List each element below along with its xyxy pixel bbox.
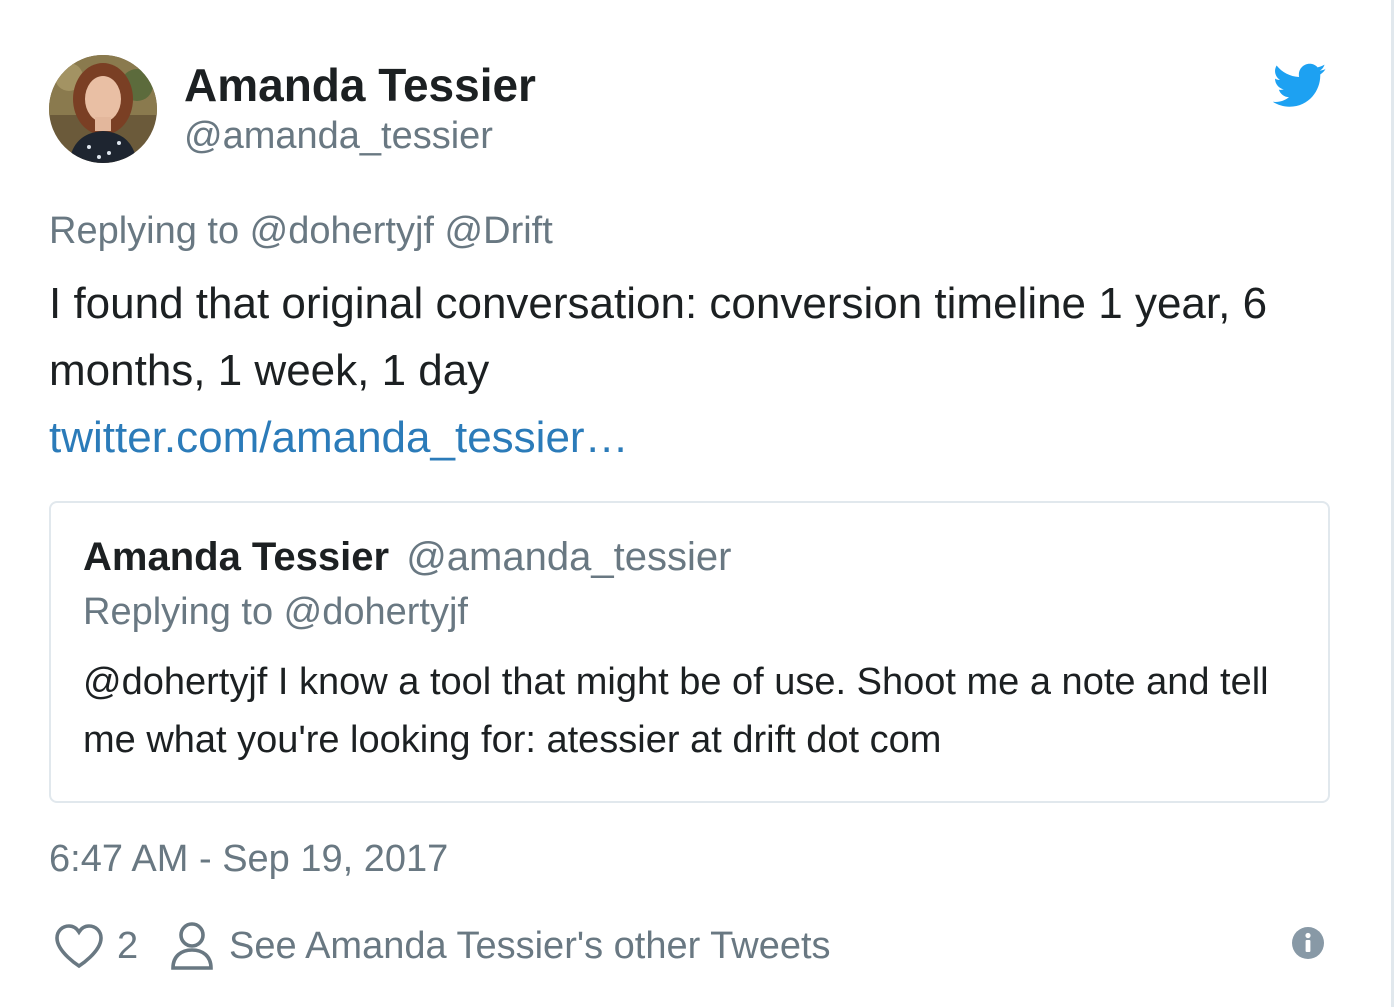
info-icon[interactable] [1291, 926, 1325, 960]
replying-to[interactable]: Replying to @dohertyjf @Drift [49, 210, 553, 253]
quoted-tweet-text: @dohertyjf I know a tool that might be o… [83, 661, 1269, 761]
see-other-tweets-label: See Amanda Tessier's other Tweets [229, 924, 831, 967]
embedded-tweet-card: Amanda Tessier @amanda_tessier Replying … [0, 0, 1394, 1007]
person-icon [171, 922, 213, 970]
tweet-text: I found that original conversation: conv… [49, 270, 1279, 471]
tweet-body: I found that original conversation: conv… [49, 279, 1268, 395]
heart-icon [55, 924, 103, 969]
like-button[interactable]: 2 [53, 918, 138, 974]
tweet-actions: 2 See Amanda Tessier's other Tweets [49, 918, 1339, 978]
avatar[interactable] [49, 55, 157, 163]
quoted-author-handle: @amanda_tessier [406, 535, 732, 579]
author-name[interactable]: Amanda Tessier [184, 58, 536, 112]
tweet-link[interactable]: twitter.com/amanda_tessier… [49, 413, 629, 462]
author-handle[interactable]: @amanda_tessier [184, 115, 493, 158]
twitter-bird-icon[interactable] [1272, 63, 1327, 109]
quoted-tweet-header: Amanda Tessier @amanda_tessier [83, 535, 731, 580]
tweet-header: Amanda Tessier @amanda_tessier [49, 55, 1339, 165]
see-other-tweets-link[interactable]: See Amanda Tessier's other Tweets [169, 918, 831, 974]
quoted-replying-to: Replying to @dohertyjf [83, 591, 468, 633]
like-count: 2 [117, 924, 139, 967]
quoted-tweet[interactable]: Amanda Tessier @amanda_tessier Replying … [49, 501, 1330, 803]
tweet-timestamp[interactable]: 6:47 AM - Sep 19, 2017 [49, 838, 448, 881]
quoted-author-name: Amanda Tessier [83, 535, 390, 579]
